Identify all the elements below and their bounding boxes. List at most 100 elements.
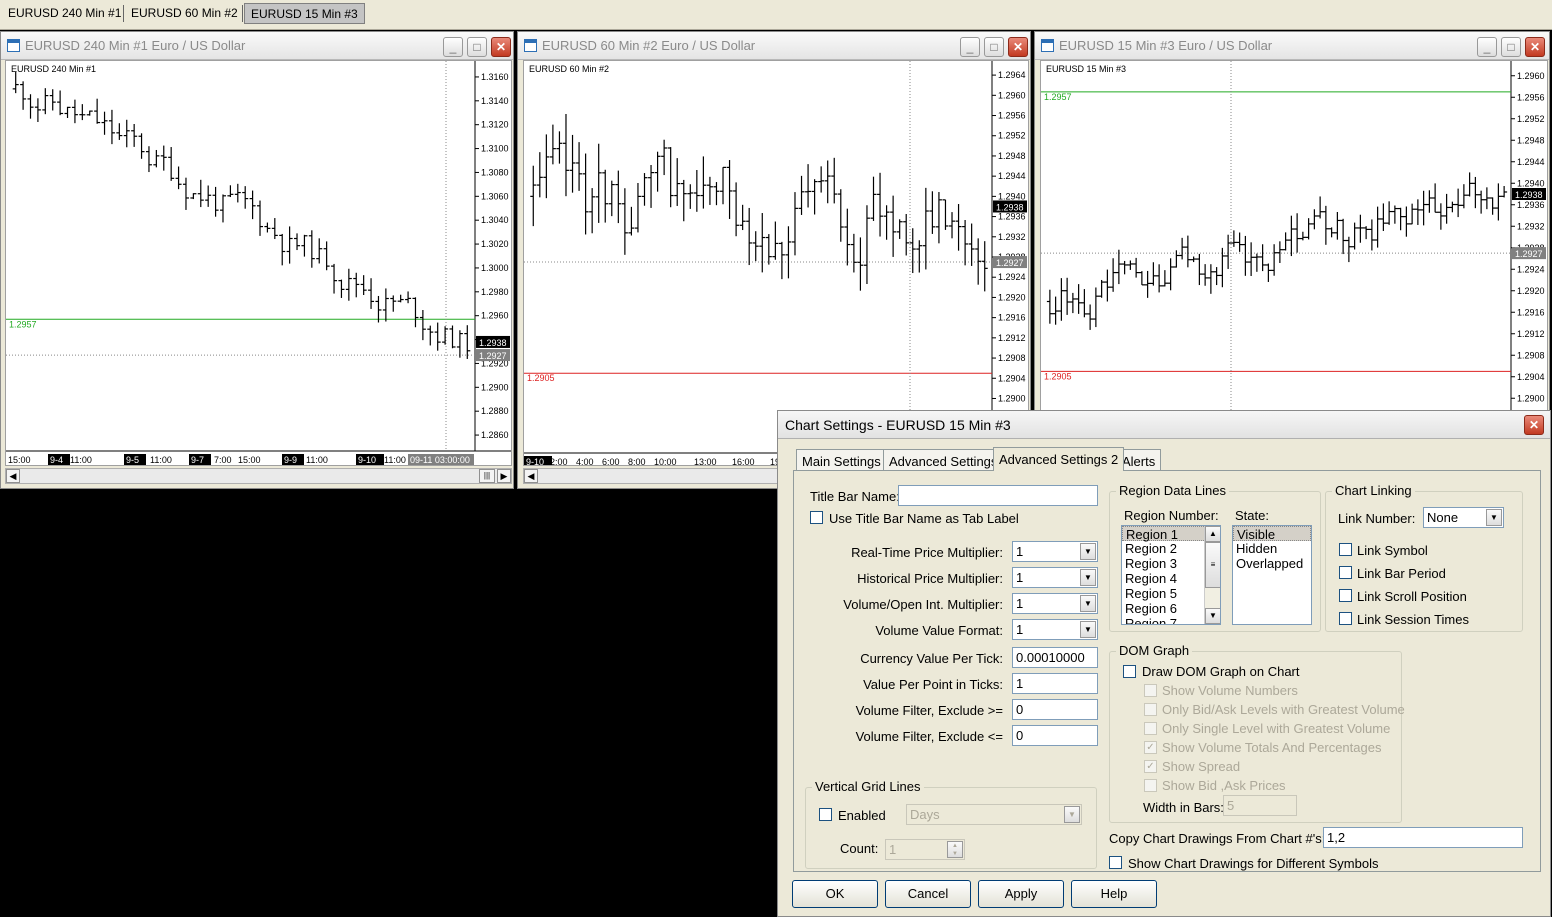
- dom-option-checkbox[interactable]: ✓: [1144, 760, 1157, 773]
- chart-settings-dialog: Chart Settings - EURUSD 15 Min #3 ✕ Main…: [777, 410, 1551, 917]
- cursor-price-label: 1.2927: [996, 258, 1024, 268]
- window-title-bar[interactable]: EURUSD 60 Min #2 Euro / US Dollar _ □ ✕: [518, 32, 1030, 60]
- scroll-thumb[interactable]: ≡: [1205, 542, 1220, 588]
- horizontal-scrollbar[interactable]: ◀: [523, 468, 783, 484]
- tab-main-settings[interactable]: Main Settings: [796, 449, 887, 471]
- tab-advanced-settings-2[interactable]: Advanced Settings 2: [993, 447, 1125, 471]
- ohlc-bar: [1363, 226, 1370, 240]
- price-chart[interactable]: EURUSD 15 Min #3 1.2960 1.2956 1.2952 1.294…: [1040, 60, 1548, 412]
- dom-option-checkbox[interactable]: [1144, 722, 1157, 735]
- ohlc-bar: [1282, 232, 1289, 251]
- scroll-right-arrow-icon[interactable]: ▶: [497, 469, 511, 483]
- help-button[interactable]: Help: [1071, 880, 1157, 908]
- tab-chart-1[interactable]: EURUSD 240 Min #1: [2, 3, 127, 24]
- y-tick-label: 1.2932: [998, 232, 1026, 242]
- close-button[interactable]: ✕: [1525, 37, 1545, 57]
- value-input[interactable]: 0: [1012, 699, 1098, 720]
- region-list-scrollbar[interactable]: ▲ ≡ ▼: [1204, 526, 1220, 624]
- state-list-item[interactable]: Overlapped: [1233, 556, 1311, 571]
- region-number-list[interactable]: Region 1 Region 2 Region 3 Region 4 Region 5…: [1121, 525, 1221, 625]
- minimize-button[interactable]: _: [960, 37, 980, 57]
- x-tick-label: 09-11 03:00:00: [410, 455, 470, 465]
- x-tick-label: 11:00: [70, 455, 92, 465]
- maximize-button[interactable]: □: [467, 37, 487, 57]
- multiplier-select[interactable]: 1 ▼: [1012, 567, 1098, 588]
- dom-option-checkbox[interactable]: [1144, 684, 1157, 697]
- ohlc-bar: [543, 134, 550, 199]
- vertical-grid-enabled-checkbox[interactable]: [819, 808, 832, 821]
- multiplier-select[interactable]: 1 ▼: [1012, 593, 1098, 614]
- minimize-button[interactable]: _: [443, 37, 463, 57]
- state-list-item[interactable]: Visible: [1233, 526, 1311, 542]
- dom-option-checkbox[interactable]: ✓: [1144, 741, 1157, 754]
- width-in-bars-input[interactable]: 5: [1223, 795, 1297, 816]
- x-tick-label: 9-9: [284, 455, 297, 465]
- ohlc-bar: [1340, 218, 1347, 255]
- show-drawings-different-symbols-checkbox[interactable]: [1109, 856, 1122, 869]
- tab-advanced-settings[interactable]: Advanced Settings: [883, 449, 1004, 471]
- link-option-checkbox[interactable]: [1339, 566, 1352, 579]
- minimize-button[interactable]: _: [1477, 37, 1497, 57]
- dialog-title-bar[interactable]: Chart Settings - EURUSD 15 Min #3 ✕: [778, 411, 1550, 439]
- ohlc-bar: [116, 123, 123, 140]
- multiplier-select[interactable]: 1 ▼: [1012, 619, 1098, 640]
- ohlc-bar: [449, 325, 456, 349]
- dom-option-checkbox[interactable]: [1144, 779, 1157, 792]
- tab-chart-2[interactable]: EURUSD 60 Min #2: [125, 3, 244, 24]
- copy-drawings-input[interactable]: 1,2: [1323, 827, 1523, 848]
- link-option-checkbox[interactable]: [1339, 589, 1352, 602]
- scroll-thumb[interactable]: |||: [479, 469, 495, 483]
- state-list-item[interactable]: Hidden: [1233, 541, 1311, 556]
- draw-dom-graph-checkbox[interactable]: [1123, 665, 1136, 678]
- close-button[interactable]: ✕: [491, 37, 511, 57]
- ohlc-bar: [687, 184, 694, 209]
- ohlc-bar: [824, 160, 831, 204]
- price-chart[interactable]: EURUSD 240 Min #1 1.3160 1.3140 1.3120 1.31…: [5, 60, 512, 466]
- price-chart[interactable]: EURUSD 60 Min #2 1.2964 1.2960 1.2956 1.295…: [523, 60, 1029, 466]
- vertical-grid-count-spinner[interactable]: 1 ▲ ▼: [885, 839, 965, 860]
- ohlc-bar: [1202, 264, 1209, 286]
- horizontal-scrollbar[interactable]: ◀ ||| ▶: [5, 468, 512, 484]
- ohlc-bar: [1230, 230, 1237, 247]
- x-tick-label: 15:00: [8, 455, 31, 465]
- region-state-list[interactable]: Visible Hidden Overlapped: [1232, 525, 1312, 625]
- y-tick-label: 1.3060: [481, 191, 509, 201]
- scroll-up-icon[interactable]: ▲: [1205, 526, 1220, 542]
- y-tick-label: 1.2908: [998, 353, 1026, 363]
- tab-chart-3[interactable]: EURUSD 15 Min #3: [244, 3, 365, 24]
- dom-option-checkbox[interactable]: [1144, 703, 1157, 716]
- field-value: 1: [1016, 622, 1024, 637]
- value-input[interactable]: 0: [1012, 725, 1098, 746]
- close-button[interactable]: ✕: [1008, 37, 1028, 57]
- value-input[interactable]: 0.00010000: [1012, 647, 1098, 668]
- ohlc-bar: [1495, 183, 1502, 221]
- link-number-value: None: [1427, 510, 1459, 525]
- use-title-tab-label-checkbox[interactable]: [810, 511, 823, 524]
- value-input[interactable]: 1: [1012, 673, 1098, 694]
- apply-button[interactable]: Apply: [978, 880, 1064, 908]
- ohlc-bar: [1414, 199, 1421, 225]
- maximize-button[interactable]: □: [984, 37, 1004, 57]
- ohlc-bar: [1305, 218, 1312, 240]
- ok-button[interactable]: OK: [792, 880, 878, 908]
- scroll-left-arrow-icon[interactable]: ◀: [524, 469, 538, 483]
- vertical-grid-unit-select[interactable]: Days ▼: [906, 804, 1082, 825]
- title-bar-name-input[interactable]: [898, 485, 1098, 506]
- field-value: 1: [1016, 544, 1024, 559]
- window-title-bar[interactable]: EURUSD 15 Min #3 Euro / US Dollar _ □ ✕: [1035, 32, 1549, 60]
- link-option-checkbox[interactable]: [1339, 612, 1352, 625]
- maximize-button[interactable]: □: [1501, 37, 1521, 57]
- link-option-checkbox[interactable]: [1339, 543, 1352, 556]
- y-tick-label: 1.2916: [1517, 307, 1545, 317]
- close-icon[interactable]: ✕: [1524, 415, 1544, 435]
- ohlc-bar: [419, 310, 426, 341]
- scroll-down-icon[interactable]: ▼: [1205, 608, 1220, 624]
- ohlc-bar: [536, 152, 543, 198]
- cancel-button[interactable]: Cancel: [885, 880, 971, 908]
- multiplier-select[interactable]: 1 ▼: [1012, 541, 1098, 562]
- scroll-left-arrow-icon[interactable]: ◀: [6, 469, 20, 483]
- ohlc-bar: [968, 223, 975, 266]
- window-title-bar[interactable]: EURUSD 240 Min #1 Euro / US Dollar _ □ ✕: [1, 32, 513, 60]
- ohlc-bar: [1196, 253, 1203, 286]
- link-number-select[interactable]: None ▼: [1423, 507, 1504, 528]
